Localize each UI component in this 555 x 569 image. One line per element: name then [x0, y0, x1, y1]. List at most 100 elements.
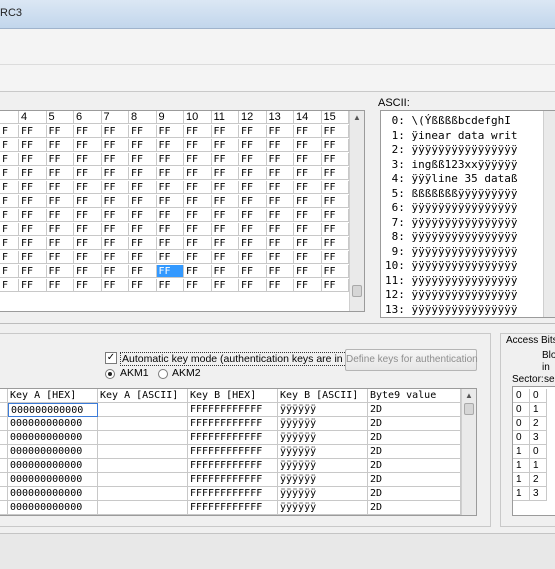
- scroll-up-icon[interactable]: ▲: [462, 389, 476, 403]
- hex-cell[interactable]: FF: [294, 153, 322, 166]
- hex-cell[interactable]: FF: [321, 209, 349, 222]
- hex-cell[interactable]: FF: [184, 195, 212, 208]
- table-cell[interactable]: 2D: [368, 459, 461, 473]
- hex-cell[interactable]: FF: [266, 153, 294, 166]
- hex-cell[interactable]: FF: [211, 223, 239, 236]
- hex-cell[interactable]: FF: [294, 181, 322, 194]
- hex-cell[interactable]: F: [0, 279, 19, 292]
- hex-cell[interactable]: FF: [239, 167, 267, 180]
- hex-cell[interactable]: FF: [74, 167, 102, 180]
- hex-cell[interactable]: FF: [294, 223, 322, 236]
- hex-cell[interactable]: FF: [239, 153, 267, 166]
- hex-cell[interactable]: FF: [19, 237, 47, 250]
- hex-cell[interactable]: FF: [74, 209, 102, 222]
- hex-cell[interactable]: FF: [239, 209, 267, 222]
- access-bit-cell[interactable]: 3: [530, 431, 547, 445]
- hex-cell[interactable]: FF: [74, 223, 102, 236]
- auto-key-mode-checkbox[interactable]: ✓: [105, 352, 117, 364]
- hex-cell[interactable]: F: [0, 167, 19, 180]
- hex-cell[interactable]: FF: [156, 195, 184, 208]
- hex-cell[interactable]: FF: [46, 251, 74, 264]
- table-cell[interactable]: [98, 445, 188, 459]
- hex-cell[interactable]: FF: [74, 153, 102, 166]
- table-cell[interactable]: 2D: [368, 487, 461, 501]
- table-cell[interactable]: ÿÿÿÿÿÿ: [278, 417, 368, 431]
- table-cell[interactable]: ÿÿÿÿÿÿ: [278, 459, 368, 473]
- hex-cell[interactable]: FF: [239, 139, 267, 152]
- hex-cell[interactable]: FF: [129, 181, 157, 194]
- hex-cell[interactable]: FF: [266, 125, 294, 138]
- hex-grid-scrollbar[interactable]: ▲: [349, 111, 364, 311]
- hex-cell[interactable]: FF: [129, 265, 157, 278]
- hex-cell[interactable]: FF: [211, 181, 239, 194]
- hex-cell[interactable]: F: [0, 153, 19, 166]
- hex-cell[interactable]: FF: [74, 237, 102, 250]
- hex-cell[interactable]: FF: [46, 209, 74, 222]
- table-cell[interactable]: [98, 403, 188, 417]
- hex-cell[interactable]: FF: [129, 139, 157, 152]
- hex-cell[interactable]: FF: [101, 237, 129, 250]
- table-cell[interactable]: 000000000000: [8, 417, 98, 431]
- hex-cell[interactable]: FF: [321, 195, 349, 208]
- hex-cell[interactable]: FF: [19, 223, 47, 236]
- hex-cell[interactable]: FF: [211, 153, 239, 166]
- hex-cell[interactable]: FF: [239, 125, 267, 138]
- hex-cell[interactable]: F: [0, 181, 19, 194]
- hex-cell[interactable]: FF: [46, 153, 74, 166]
- table-cell[interactable]: 000000000000: [8, 403, 98, 417]
- hex-cell[interactable]: FF: [239, 265, 267, 278]
- hex-cell[interactable]: FF: [46, 223, 74, 236]
- table-cell[interactable]: 000000000000: [8, 459, 98, 473]
- table-cell[interactable]: ÿÿÿÿÿÿ: [278, 445, 368, 459]
- hex-cell[interactable]: FF: [19, 167, 47, 180]
- hex-cell[interactable]: FF: [266, 139, 294, 152]
- access-bit-cell[interactable]: 2: [530, 473, 547, 487]
- hex-cell[interactable]: FF: [184, 181, 212, 194]
- hex-cell[interactable]: FF: [321, 125, 349, 138]
- hex-cell[interactable]: FF: [211, 237, 239, 250]
- table-cell[interactable]: ÿÿÿÿÿÿ: [278, 487, 368, 501]
- table-cell[interactable]: [98, 487, 188, 501]
- table-cell[interactable]: ÿÿÿÿÿÿ: [278, 431, 368, 445]
- table-cell[interactable]: 000000000000: [8, 473, 98, 487]
- hex-cell[interactable]: F: [0, 125, 19, 138]
- hex-cell[interactable]: FF: [184, 139, 212, 152]
- hex-cell[interactable]: F: [0, 251, 19, 264]
- table-cell[interactable]: ÿÿÿÿÿÿ: [278, 501, 368, 515]
- hex-cell[interactable]: FF: [211, 167, 239, 180]
- hex-cell[interactable]: FF: [101, 209, 129, 222]
- hex-cell[interactable]: FF: [266, 223, 294, 236]
- hex-cell[interactable]: FF: [74, 265, 102, 278]
- keys-table[interactable]: ▲ Key A [HEX] Key A [ASCII] Key B [HEX] Key…: [0, 388, 477, 516]
- table-cell[interactable]: 000000000000: [8, 431, 98, 445]
- hex-cell[interactable]: FF: [101, 223, 129, 236]
- table-cell[interactable]: [98, 431, 188, 445]
- hex-cell[interactable]: FF: [129, 223, 157, 236]
- access-bit-cell[interactable]: 2: [530, 417, 547, 431]
- hex-cell[interactable]: FF: [211, 139, 239, 152]
- table-cell[interactable]: [98, 459, 188, 473]
- hex-cell[interactable]: FF: [156, 153, 184, 166]
- hex-cell[interactable]: FF: [239, 237, 267, 250]
- table-cell[interactable]: FFFFFFFFFFFF: [188, 403, 278, 417]
- access-bit-cell[interactable]: 0: [513, 403, 530, 417]
- hex-cell[interactable]: FF: [129, 195, 157, 208]
- hex-cell[interactable]: FF: [211, 125, 239, 138]
- hex-cell[interactable]: FF: [129, 237, 157, 250]
- ascii-scrollbar[interactable]: [543, 111, 555, 317]
- hex-cell[interactable]: FF: [321, 279, 349, 292]
- hex-cell[interactable]: FF: [156, 209, 184, 222]
- table-cell[interactable]: 2D: [368, 473, 461, 487]
- scroll-up-icon[interactable]: ▲: [350, 111, 364, 125]
- hex-cell[interactable]: FF: [46, 125, 74, 138]
- hex-cell[interactable]: FF: [74, 125, 102, 138]
- hex-cell[interactable]: FF: [321, 223, 349, 236]
- hex-cell[interactable]: FF: [19, 279, 47, 292]
- hex-cell[interactable]: FF: [184, 167, 212, 180]
- table-cell[interactable]: FFFFFFFFFFFF: [188, 431, 278, 445]
- access-bit-cell[interactable]: 1: [530, 403, 547, 417]
- hex-cell[interactable]: FF: [101, 139, 129, 152]
- hex-cell[interactable]: FF: [101, 265, 129, 278]
- define-keys-button[interactable]: Define keys for authentication: [345, 349, 478, 371]
- keys-table-scrollbar[interactable]: ▲: [461, 389, 476, 515]
